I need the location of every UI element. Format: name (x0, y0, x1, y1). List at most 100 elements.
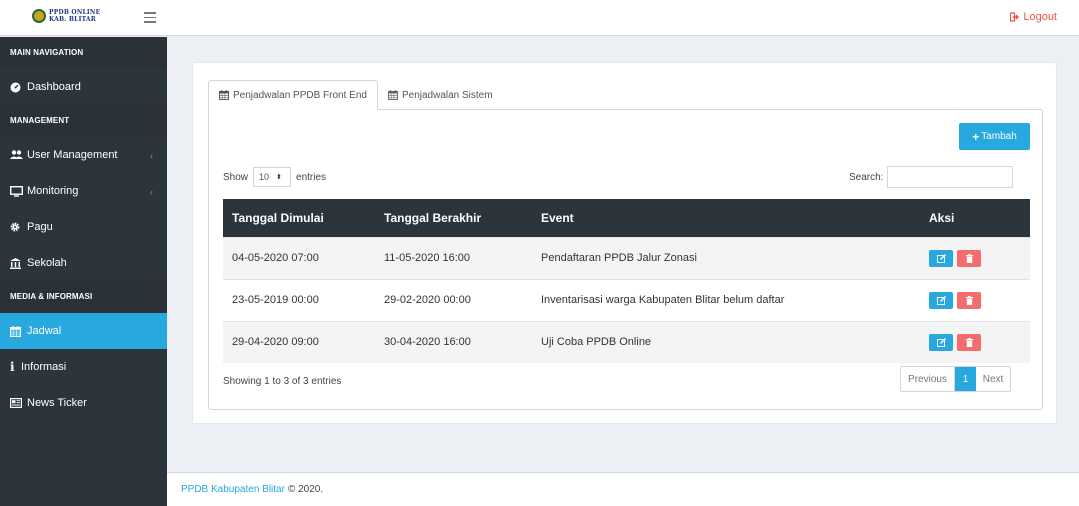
sidebar-item-label: User Management (27, 149, 118, 161)
cell-end-date: 11-05-2020 16:00 (384, 252, 471, 264)
app-logo[interactable]: PPDB ONLINE KAB. BLITAR (32, 9, 100, 23)
cell-start-date: 23-05-2019 00:00 (232, 294, 319, 306)
edit-icon (936, 337, 946, 347)
cell-event: Uji Coba PPDB Online (541, 336, 652, 349)
logo-emblem-icon (32, 9, 46, 23)
edit-button[interactable] (929, 249, 953, 267)
newspaper-icon (10, 398, 24, 408)
pagination-previous-button[interactable]: Previous (901, 367, 955, 391)
cell-start-date: 04-05-2020 07:00 (232, 252, 319, 264)
sidebar-item-label: Sekolah (27, 257, 67, 269)
edit-button[interactable] (929, 291, 953, 309)
logout-link[interactable]: Logout (1010, 11, 1057, 23)
users-icon (10, 150, 24, 160)
sidebar-item-label: Informasi (21, 361, 67, 373)
trash-icon (965, 295, 973, 305)
pagination: Previous 1 Next (900, 366, 1011, 392)
logo-line1: PPDB ONLINE (49, 9, 101, 16)
cog-icon (10, 222, 24, 232)
add-schedule-button[interactable]: + Tambah (959, 123, 1030, 150)
sort-caret-icon: ⬍ (276, 174, 282, 181)
plus-icon: + (972, 129, 980, 144)
table-header-row: Tanggal Dimulai Tanggal Berakhir Event A… (223, 199, 1030, 237)
pagination-next-button[interactable]: Next (976, 367, 1010, 391)
column-header-tanggal-dimulai[interactable]: Tanggal Dimulai (223, 199, 375, 237)
chevron-left-icon: ‹ (150, 187, 153, 197)
search-label: Search: (849, 171, 884, 183)
sign-out-icon (1010, 12, 1020, 22)
tab-label: Penjadwalan Sistem (401, 89, 493, 101)
trash-icon (965, 253, 973, 263)
tab-penjadwalan-sistem[interactable]: Penjadwalan Sistem (378, 80, 503, 110)
sidebar-header-main-navigation: MAIN NAVIGATION (0, 37, 167, 69)
page-footer: PPDB Kabupaten Blitar © 2020. (167, 472, 1079, 506)
sidebar-item-news-ticker[interactable]: News Ticker (0, 385, 167, 421)
cell-event: Inventarisasi warga Kabupaten Blitar bel… (541, 294, 785, 306)
cell-event: Pendaftaran PPDB Jalur Zonasi (541, 252, 697, 264)
dashboard-icon (10, 82, 24, 93)
entries-per-page-value: 10 (259, 172, 270, 182)
cell-actions (920, 279, 1030, 321)
info-icon: i (10, 360, 15, 374)
top-navbar: PPDB ONLINE KAB. BLITAR Logout (0, 0, 1079, 36)
calendar-icon (388, 90, 398, 100)
sidebar-item-informasi[interactable]: i Informasi (0, 349, 167, 385)
tab-bar: Penjadwalan PPDB Front End Penjadwalan S… (208, 80, 503, 110)
tab-label: Penjadwalan PPDB Front End (233, 89, 367, 101)
table-length-control: Show 10 ⬍ entries (223, 166, 326, 188)
sidebar-item-monitoring[interactable]: Monitoring ‹ (0, 173, 167, 209)
pagination-page-1[interactable]: 1 (955, 367, 976, 391)
footer-link[interactable]: PPDB Kabupaten Blitar (181, 484, 285, 495)
sidebar-item-jadwal[interactable]: Jadwal (0, 313, 167, 349)
table-row: 04-05-2020 07:00 11-05-2020 16:00 Pendaf… (223, 237, 1030, 279)
add-button-label: Tambah (981, 131, 1017, 142)
delete-button[interactable] (957, 249, 981, 267)
table-search: Search: (849, 166, 1014, 188)
content-box: Penjadwalan PPDB Front End Penjadwalan S… (192, 62, 1057, 424)
trash-icon (965, 337, 973, 347)
edit-icon (936, 295, 946, 305)
schedule-table: Tanggal Dimulai Tanggal Berakhir Event A… (223, 199, 1030, 363)
institution-icon (10, 257, 24, 269)
sidebar-item-label: Pagu (27, 221, 53, 233)
logo-line2: KAB. BLITAR (49, 16, 96, 23)
column-header-aksi: Aksi (929, 210, 955, 225)
table-info: Showing 1 to 3 of 3 entries (223, 376, 342, 387)
sidebar-header-media-informasi: MEDIA & INFORMASI (0, 281, 167, 313)
table-row: 29-04-2020 09:00 30-04-2020 16:00 Uji Co… (223, 321, 1030, 363)
column-header-event[interactable]: Event (532, 199, 920, 237)
calendar-icon (219, 90, 229, 100)
sidebar-header-management: MANAGEMENT (0, 105, 167, 137)
table-row: 23-05-2019 00:00 29-02-2020 00:00 Invent… (223, 279, 1030, 321)
sidebar-item-label: News Ticker (27, 397, 87, 409)
sidebar-item-pagu[interactable]: Pagu (0, 209, 167, 245)
cell-start-date: 29-04-2020 09:00 (232, 336, 319, 349)
tab-penjadwalan-ppdb-front-end[interactable]: Penjadwalan PPDB Front End (208, 80, 378, 110)
sidebar-item-label: Dashboard (27, 81, 81, 93)
entries-per-page-select[interactable]: 10 ⬍ (253, 167, 292, 187)
edit-icon (936, 253, 946, 263)
footer-copyright: © 2020. (287, 484, 324, 495)
chevron-left-icon: ‹ (150, 151, 153, 161)
logout-label: Logout (1023, 11, 1057, 23)
edit-button[interactable] (929, 333, 953, 351)
delete-button[interactable] (957, 291, 981, 309)
sidebar-item-label: Jadwal (27, 325, 62, 337)
sidebar-item-dashboard[interactable]: Dashboard (0, 69, 167, 105)
cell-end-date: 30-04-2020 16:00 (384, 336, 471, 349)
sidebar-item-user-management[interactable]: User Management ‹ (0, 137, 167, 173)
sidebar: MAIN NAVIGATION Dashboard MANAGEMENT Use… (0, 37, 167, 506)
cell-actions (920, 237, 1030, 279)
tab-content: + Tambah Show 10 ⬍ entries Search: Tangg… (208, 109, 1043, 410)
cell-end-date: 29-02-2020 00:00 (384, 294, 471, 306)
monitor-icon (10, 185, 24, 197)
entries-label: entries (296, 171, 327, 183)
sidebar-item-label: Monitoring (27, 185, 79, 197)
sidebar-item-sekolah[interactable]: Sekolah (0, 245, 167, 281)
sidebar-toggle-icon[interactable] (144, 12, 156, 23)
search-input[interactable] (887, 166, 1014, 188)
delete-button[interactable] (957, 333, 981, 351)
cell-actions (920, 321, 1030, 363)
column-header-tanggal-berakhir[interactable]: Tanggal Berakhir (375, 199, 532, 237)
calendar-icon (10, 325, 24, 337)
